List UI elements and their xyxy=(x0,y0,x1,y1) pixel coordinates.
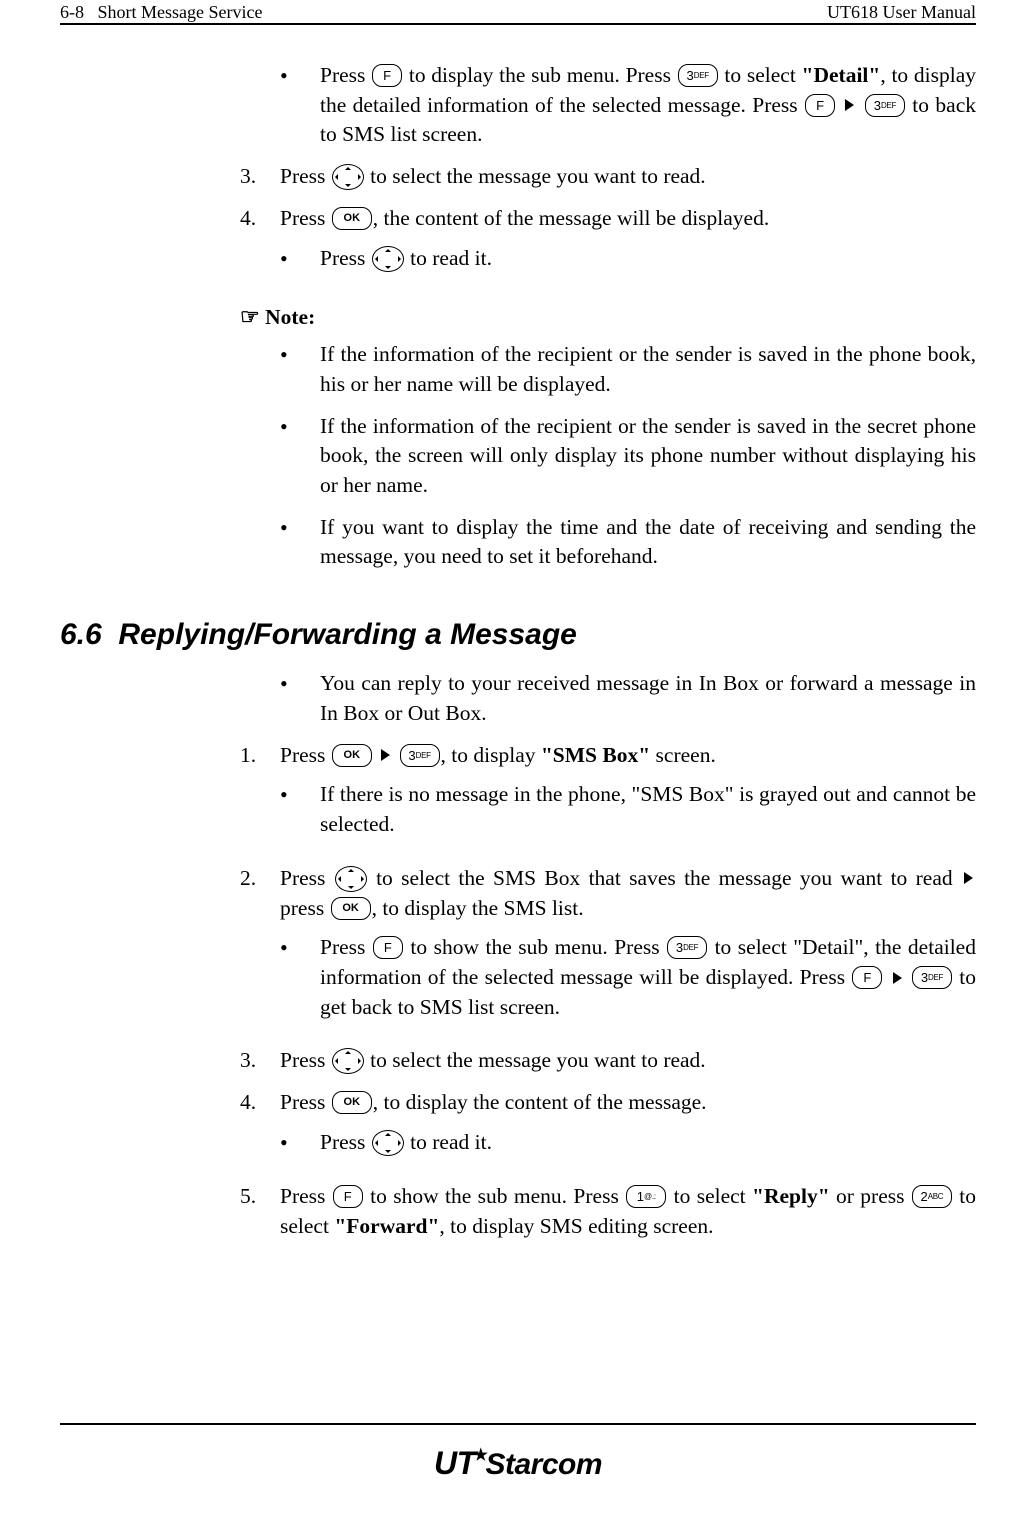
right-triangle-icon xyxy=(845,99,854,111)
three-key-icon: 3DEF xyxy=(678,64,718,87)
list-item: •If the information of the recipient or … xyxy=(280,412,976,513)
nav-key-icon xyxy=(332,164,364,190)
ok-key-icon: OK xyxy=(332,207,372,230)
f-key-icon: F xyxy=(805,94,835,117)
header-section: Short Message Service xyxy=(98,2,263,22)
three-key-icon: 3DEF xyxy=(912,966,952,989)
two-key-icon: 2ABC xyxy=(912,1185,952,1208)
nav-key-icon xyxy=(335,866,367,892)
list-item: • Press to read it. xyxy=(280,244,976,286)
list-item: • Press to read it. xyxy=(280,1128,976,1170)
page-content: • Press F to display the sub menu. Press… xyxy=(60,25,976,1253)
list-item: 3. Press to select the message you want … xyxy=(240,162,976,204)
ok-key-icon: OK xyxy=(332,1091,372,1114)
header-left: 6-8 Short Message Service xyxy=(60,2,262,23)
page-header: 6-8 Short Message Service UT618 User Man… xyxy=(60,0,976,25)
f-key-icon: F xyxy=(373,936,403,959)
note-heading: ☞ Note: xyxy=(240,298,976,341)
three-key-icon: 3DEF xyxy=(667,936,707,959)
list-item: 5. Press F to show the sub menu. Press 1… xyxy=(240,1182,976,1253)
nav-key-icon xyxy=(372,246,404,272)
right-triangle-icon xyxy=(893,972,902,984)
list-item: 3. Press to select the message you want … xyxy=(240,1046,976,1088)
three-key-icon: 3DEF xyxy=(865,94,905,117)
f-key-icon: F xyxy=(372,64,402,87)
ok-key-icon: OK xyxy=(331,897,371,920)
right-triangle-icon xyxy=(381,749,390,761)
list-item: 4. Press OK, the content of the message … xyxy=(240,204,976,298)
f-key-icon: F xyxy=(852,966,882,989)
nav-key-icon xyxy=(332,1048,364,1074)
page-number: 6-8 xyxy=(60,2,84,22)
list-item: •If you want to display the time and the… xyxy=(280,513,976,584)
pointing-hand-icon: ☞ xyxy=(240,304,260,329)
utstarcom-logo: UT★Starcom xyxy=(0,1445,1036,1482)
ok-key-icon: OK xyxy=(332,744,372,767)
right-triangle-icon xyxy=(964,872,973,884)
list-item: • Press F to display the sub menu. Press… xyxy=(280,61,976,162)
list-item: 2. Press to select the SMS Box that save… xyxy=(240,864,976,1047)
f-key-icon: F xyxy=(333,1185,363,1208)
one-key-icon: 1@.: xyxy=(626,1185,666,1208)
list-item: 4. Press OK, to display the content of t… xyxy=(240,1088,976,1182)
list-item: •You can reply to your received message … xyxy=(280,669,976,740)
page-footer: UT★Starcom xyxy=(0,1423,1036,1482)
list-item: •If there is no message in the phone, "S… xyxy=(280,780,976,851)
three-key-icon: 3DEF xyxy=(400,744,440,767)
list-item: •If the information of the recipient or … xyxy=(280,340,976,411)
list-item: • Press F to show the sub menu. Press 3D… xyxy=(280,933,976,1034)
section-heading: 6.6 Replying/Forwarding a Message xyxy=(60,614,976,655)
header-right: UT618 User Manual xyxy=(827,2,976,23)
nav-key-icon xyxy=(372,1130,404,1156)
list-item: 1. Press OK 3DEF, to display "SMS Box" s… xyxy=(240,741,976,864)
